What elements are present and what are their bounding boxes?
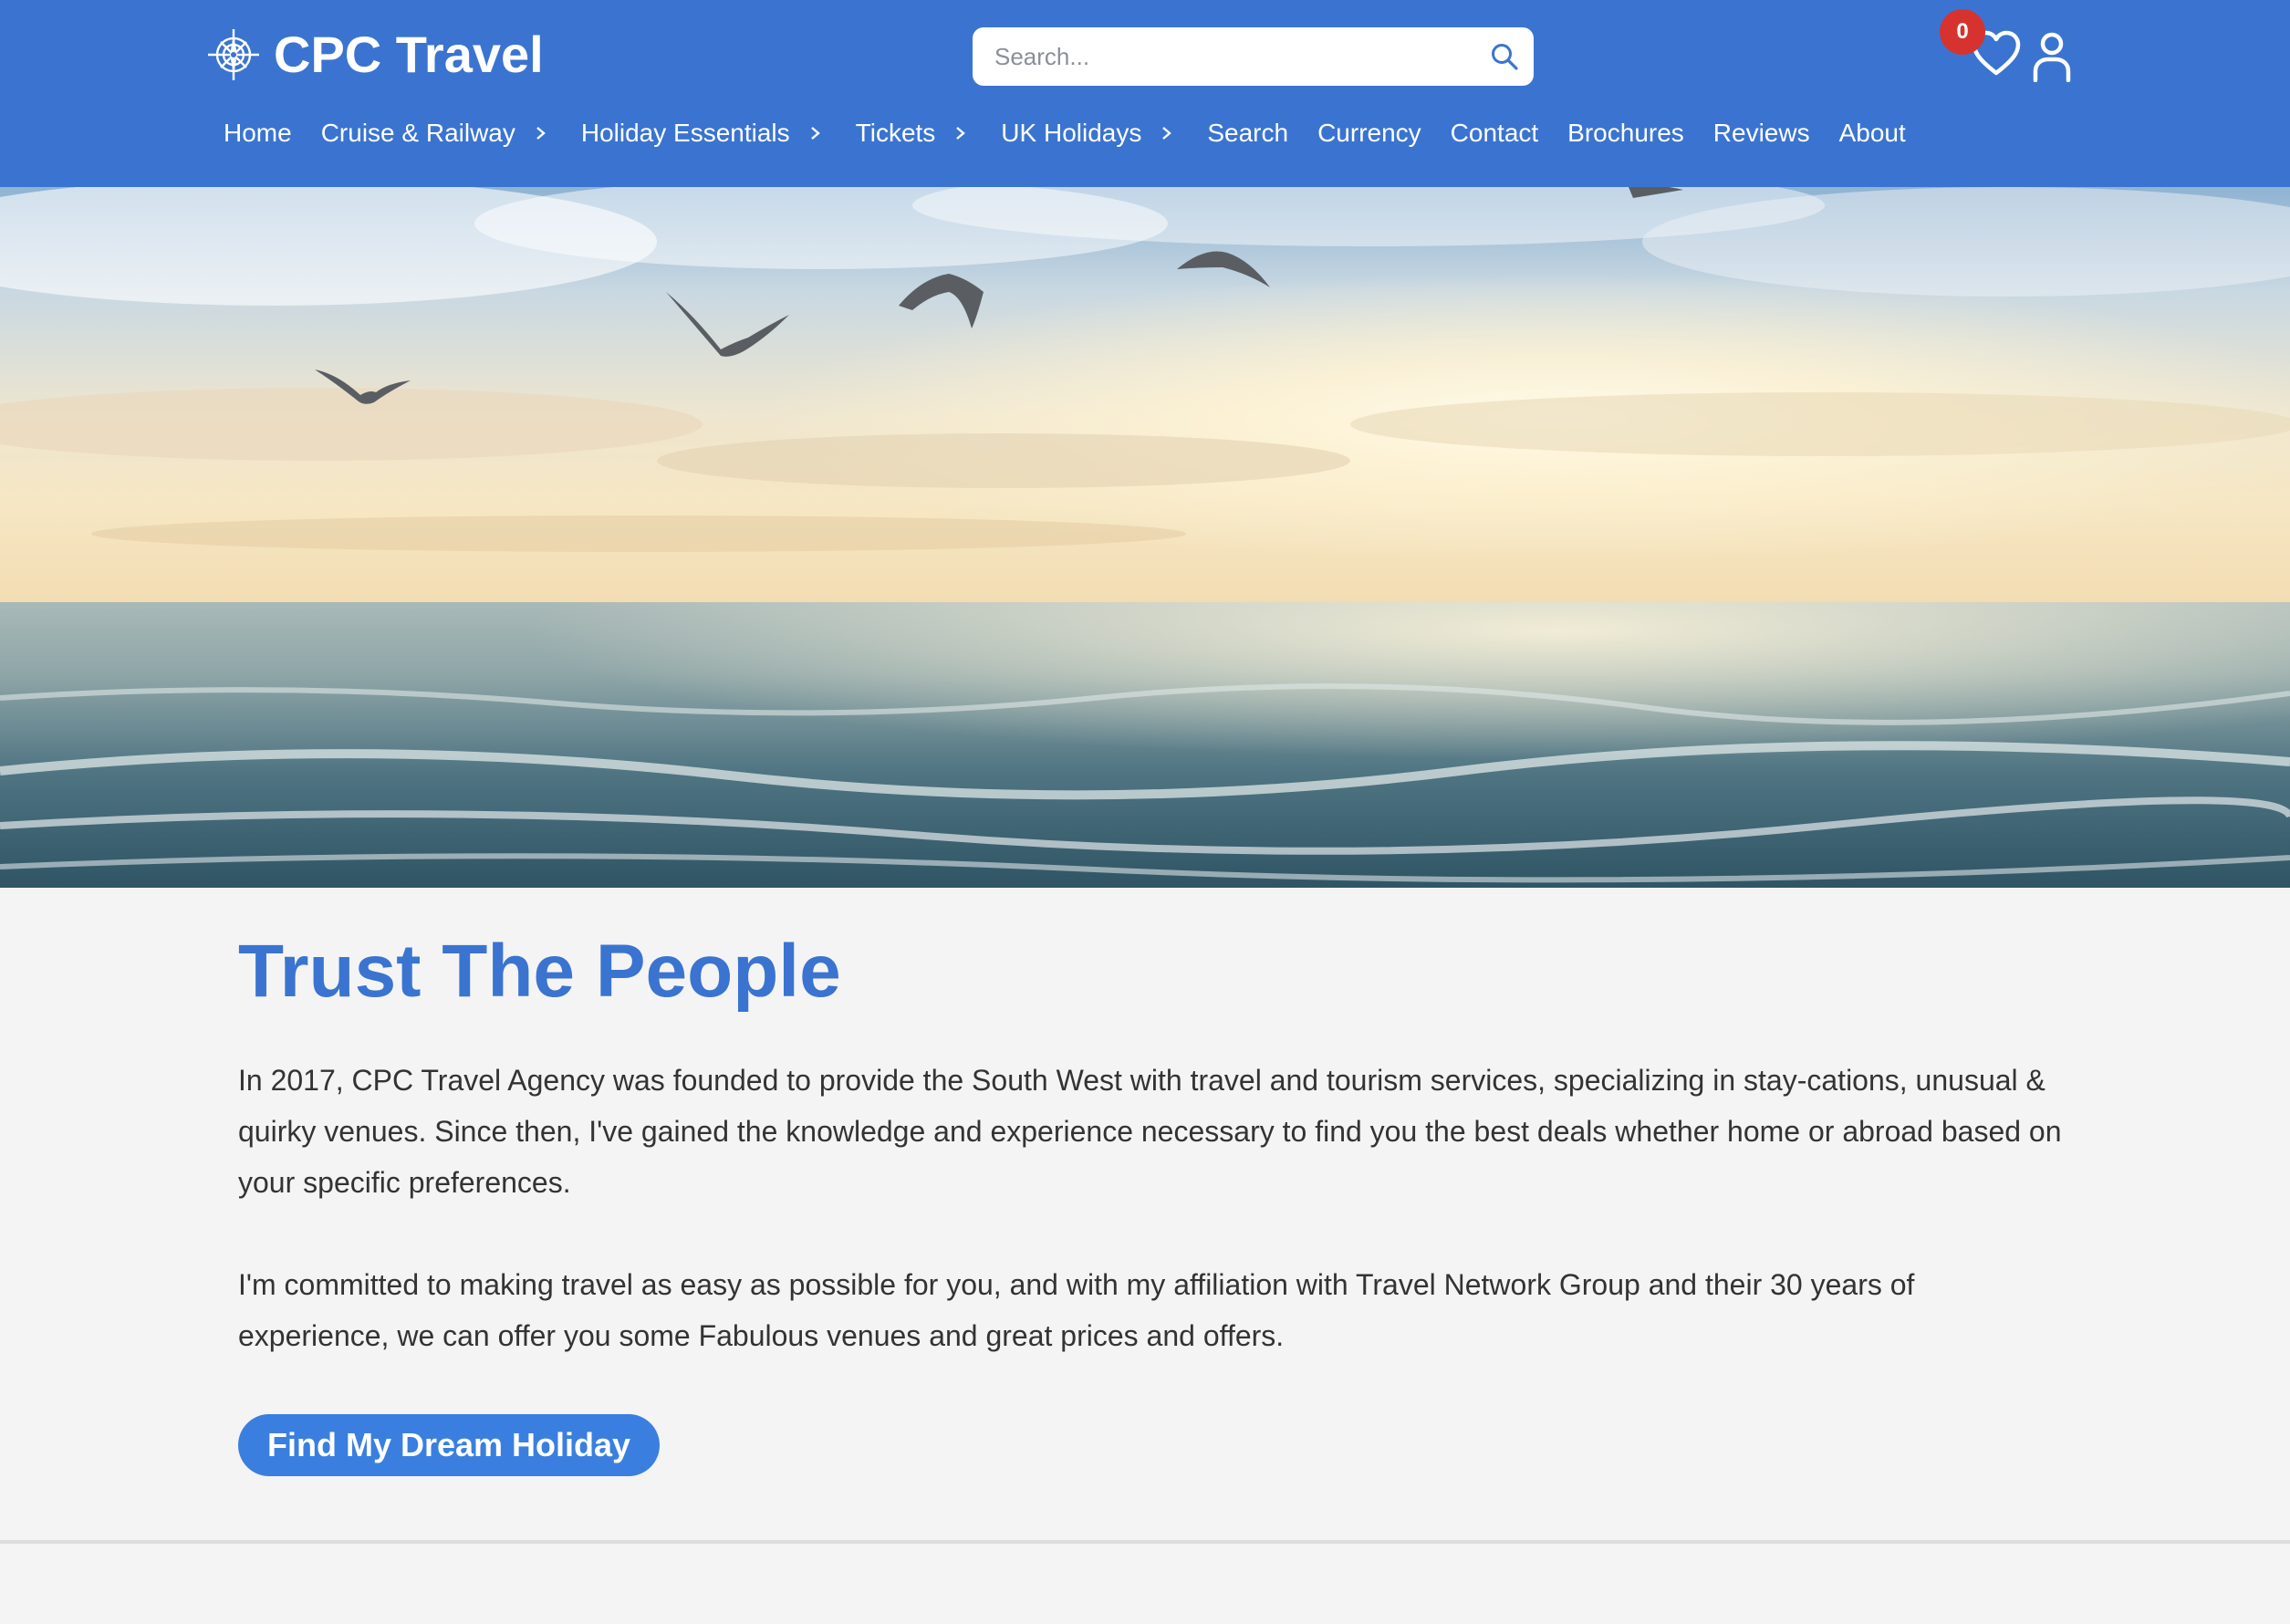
nav-item-holiday-essentials[interactable]: Holiday Essentials — [581, 119, 823, 148]
search-icon[interactable] — [1490, 42, 1519, 71]
commitment-paragraph: I'm committed to making travel as easy a… — [238, 1268, 1915, 1352]
nav-item-label: About — [1838, 119, 1906, 147]
site-title: CPC Travel — [274, 26, 544, 83]
nav-item-about[interactable]: About — [1839, 119, 1906, 148]
nav-item-label: Contact — [1450, 119, 1539, 147]
nav-item-brochures[interactable]: Brochures — [1567, 119, 1684, 148]
page-headline: Trust The People — [238, 930, 841, 1013]
nav-item-label: Reviews — [1712, 119, 1810, 147]
find-dream-holiday-button[interactable]: Find My Dream Holiday — [238, 1414, 661, 1476]
seascape-with-seagulls-image — [0, 187, 2290, 888]
chevron-right-icon — [956, 127, 966, 140]
main-nav: Home Cruise & Railway Holiday Essentials… — [224, 111, 1935, 155]
nav-item-contact[interactable]: Contact — [1451, 119, 1539, 148]
nav-item-tickets[interactable]: Tickets — [856, 119, 969, 148]
nav-item-home[interactable]: Home — [224, 119, 292, 148]
site-header: CPC Travel 0 Home Cruise & Railway Holid… — [0, 0, 2290, 187]
nav-item-label: UK Holidays — [1001, 119, 1142, 147]
section-divider — [0, 1540, 2290, 1544]
site-logo[interactable]: CPC Travel — [208, 26, 544, 84]
wishlist-count-badge: 0 — [1940, 9, 1985, 55]
nav-item-label: Tickets — [855, 119, 936, 147]
hero-banner — [0, 187, 2290, 888]
chevron-right-icon — [810, 127, 820, 140]
chevron-right-icon — [536, 127, 546, 140]
account-button[interactable] — [2030, 31, 2074, 82]
compass-icon — [208, 29, 259, 80]
nav-item-label: Brochures — [1567, 119, 1684, 147]
nav-item-search[interactable]: Search — [1207, 119, 1288, 148]
nav-item-label: Currency — [1317, 119, 1421, 147]
main-content: Trust The People In 2017, CPC Travel Age… — [238, 921, 2063, 1476]
chevron-right-icon — [1162, 127, 1172, 140]
search-box — [973, 27, 1534, 86]
nav-item-uk-holidays[interactable]: UK Holidays — [1001, 119, 1174, 148]
nav-item-label: Holiday Essentials — [580, 119, 790, 147]
nav-item-reviews[interactable]: Reviews — [1713, 119, 1810, 148]
search-input[interactable] — [973, 27, 1465, 86]
nav-item-cruise-railway[interactable]: Cruise & Railway — [321, 119, 548, 148]
nav-item-label: Cruise & Railway — [320, 119, 515, 147]
intro-paragraph: In 2017, CPC Travel Agency was founded t… — [238, 1064, 2062, 1199]
user-icon — [2033, 32, 2071, 82]
nav-item-label: Home — [224, 119, 292, 147]
nav-item-currency[interactable]: Currency — [1317, 119, 1421, 148]
nav-item-label: Search — [1207, 119, 1289, 147]
